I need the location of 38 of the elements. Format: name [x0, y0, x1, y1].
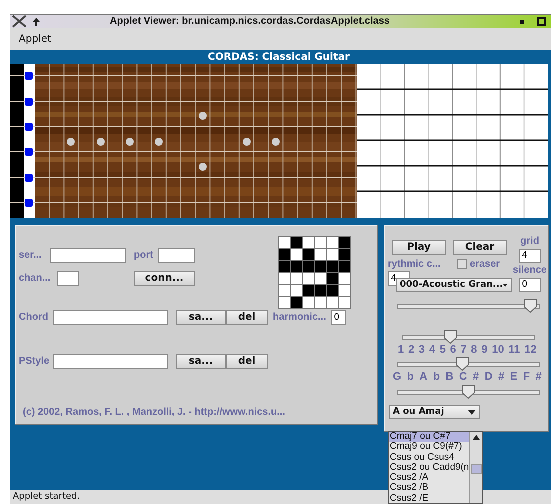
slider-tick-label: A	[420, 371, 428, 383]
slider-tick-label: F	[523, 371, 530, 383]
server-label: ser...	[19, 250, 43, 261]
slider-tick-label: C	[459, 371, 468, 383]
slider-tick-label: B	[446, 371, 454, 383]
slider-tick-label: b	[407, 371, 414, 383]
slider-tick-label: 1	[398, 344, 404, 356]
slider-tick-label: D	[484, 371, 493, 383]
harmonic-label: harmonic...	[273, 312, 328, 323]
slider-tick-label: 12	[524, 344, 537, 356]
slider-tick-label: b	[433, 371, 440, 383]
slider-tick-label: #	[536, 371, 542, 383]
slider-tick-label: #	[473, 371, 480, 383]
rhythmic-label: rythmic c...	[388, 258, 442, 270]
slider-tick-label: #	[498, 371, 505, 383]
silence-label: silence	[513, 265, 547, 276]
port-label: port	[134, 250, 154, 261]
slider-tick-label: 2	[408, 344, 415, 356]
pstyle-label: PStyle	[19, 356, 51, 367]
grid-label: grid	[520, 236, 540, 247]
slider-tick-label: 3	[418, 344, 426, 356]
slider-tick-label: 10	[492, 344, 504, 356]
applet-title: CORDAS: Classical Guitar	[208, 52, 350, 62]
slider-tick-label: 5	[440, 344, 446, 356]
channel-label: chan...	[19, 273, 52, 284]
chord-label: Chord	[19, 312, 50, 323]
slider-tick-label: G	[393, 371, 402, 383]
credits-text: (c) 2002, Ramos, F. L. , Manzolli, J. - http://www.nics.u...	[23, 407, 286, 418]
slider-tick-label: 7	[460, 344, 467, 356]
slider-tick-label: 8	[471, 344, 478, 356]
slider-tick-label: 9	[482, 344, 488, 356]
slider-tick-label: 6	[450, 344, 456, 356]
eraser-label: eraser	[470, 258, 500, 270]
slider-tick-label: 4	[429, 344, 436, 356]
slider-tick-label: 11	[508, 344, 520, 356]
window-title: Applet Viewer: br.unicamp.nics.cordas.CordasApplet.class	[109, 16, 391, 27]
slider-tick-label: E	[510, 371, 518, 383]
status-text: Applet started.	[13, 492, 80, 502]
